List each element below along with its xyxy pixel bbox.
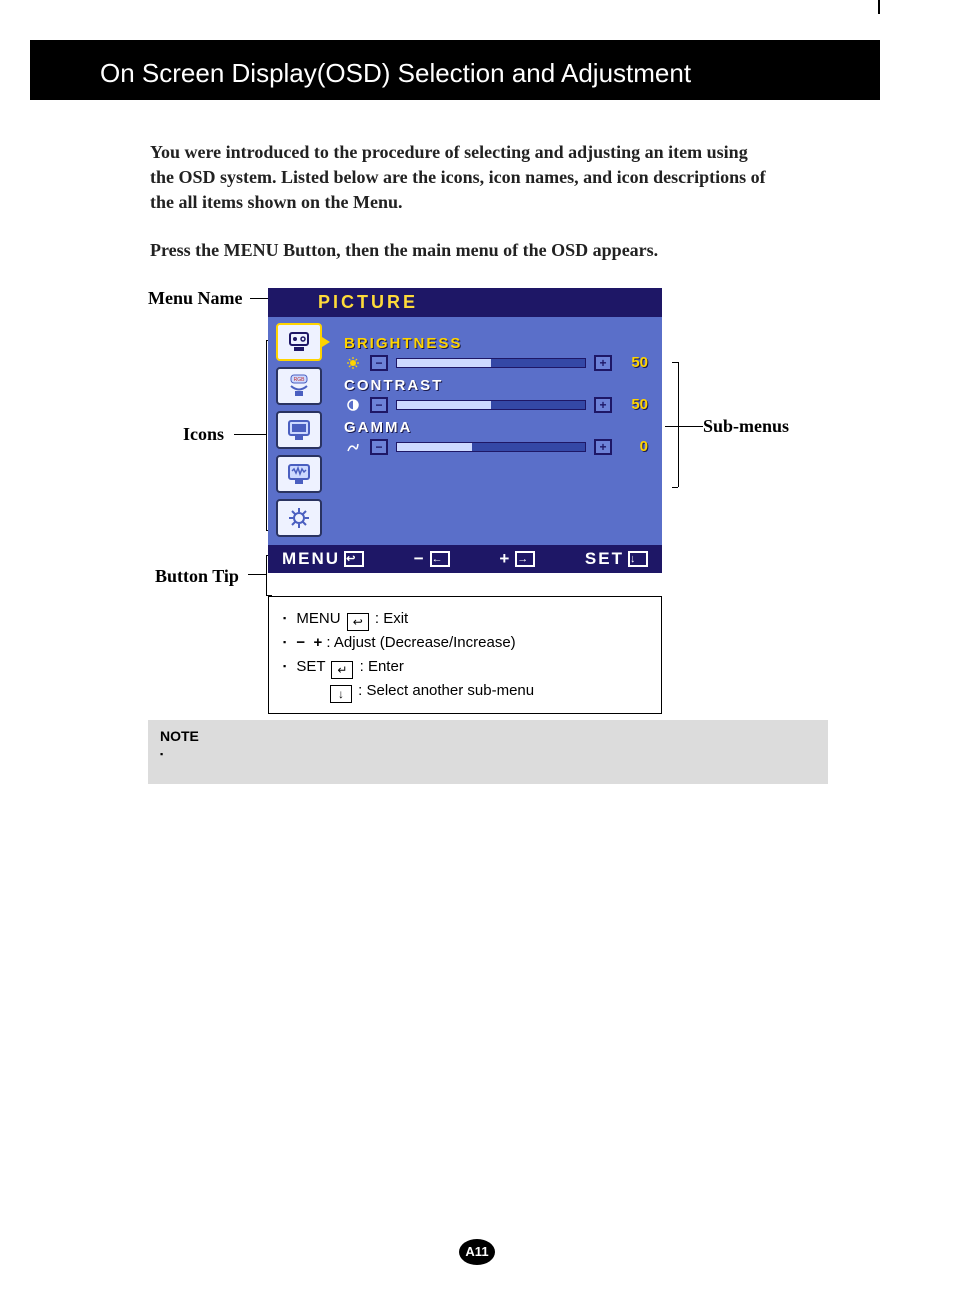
enter-icon: ↵ [331, 661, 353, 679]
tip-menu-exit: MENU ↩ : Exit [283, 607, 647, 631]
contrast-icon [344, 398, 362, 412]
down-icon: ↓ [330, 685, 352, 703]
note-title: NOTE [160, 728, 816, 744]
color-tab-icon[interactable]: RGB [276, 367, 322, 405]
position-tab-icon[interactable] [276, 411, 322, 449]
setup-tab-icon[interactable] [276, 499, 322, 537]
footer-plus[interactable]: +→ [499, 549, 535, 569]
footer-minus[interactable]: −← [414, 549, 450, 569]
decrease-button[interactable]: − [370, 397, 388, 413]
contrast-slider[interactable] [396, 400, 586, 410]
callout-menu-name: Menu Name [148, 288, 242, 309]
increase-button[interactable]: + [594, 355, 612, 371]
contrast-row[interactable]: CONTRAST − + 50 [344, 377, 648, 413]
brightness-value: 50 [620, 354, 648, 371]
gamma-row[interactable]: GAMMA − + 0 [344, 419, 648, 455]
button-tip-box: MENU ↩ : Exit − + : Adjust (Decrease/Inc… [268, 596, 662, 714]
tip-select-submenu: ↓ : Select another sub-menu [283, 679, 647, 703]
page-header: On Screen Display(OSD) Selection and Adj… [30, 40, 880, 100]
osd-submenu-column: BRIGHTNESS − + 50 CONTRAST − + 50 [330, 321, 654, 537]
note-box: NOTE [148, 720, 828, 784]
intro-paragraph-2: Press the MENU Button, then the main men… [150, 238, 770, 263]
contrast-label: CONTRAST [344, 377, 648, 394]
decrease-button[interactable]: − [370, 355, 388, 371]
osd-icon-column: RGB [276, 321, 330, 537]
footer-menu[interactable]: MENU↩ [282, 549, 364, 569]
svg-text:RGB: RGB [294, 377, 306, 383]
gamma-icon [344, 440, 362, 454]
page-number: A11 [459, 1239, 495, 1265]
brightness-row[interactable]: BRIGHTNESS − + 50 [344, 335, 648, 371]
tip-adjust: − + : Adjust (Decrease/Increase) [283, 631, 647, 655]
footer-set[interactable]: SET↓ [585, 549, 648, 569]
decrease-button[interactable]: − [370, 439, 388, 455]
callout-icons: Icons [183, 424, 224, 445]
brightness-slider[interactable] [396, 358, 586, 368]
intro-paragraph-1: You were introduced to the procedure of … [150, 140, 770, 216]
gamma-label: GAMMA [344, 419, 648, 436]
picture-tab-icon[interactable] [276, 323, 322, 361]
increase-button[interactable]: + [594, 397, 612, 413]
callout-button-tip: Button Tip [155, 566, 239, 587]
contrast-value: 50 [620, 396, 648, 413]
osd-panel: PICTURE RGB BRIGHTNESS [268, 288, 662, 573]
intro-text: You were introduced to the procedure of … [150, 140, 770, 263]
gamma-slider[interactable] [396, 442, 586, 452]
note-bullet [160, 744, 816, 760]
increase-button[interactable]: + [594, 439, 612, 455]
callout-sub-menus: Sub-menus [703, 416, 789, 437]
brightness-label: BRIGHTNESS [344, 335, 648, 352]
page-title: On Screen Display(OSD) Selection and Adj… [100, 58, 691, 88]
osd-menu-name: PICTURE [268, 288, 662, 317]
tracking-tab-icon[interactable] [276, 455, 322, 493]
brightness-icon [344, 356, 362, 370]
osd-footer: MENU↩ −← +→ SET↓ [268, 545, 662, 573]
exit-icon: ↩ [347, 613, 369, 631]
tip-set-enter: SET ↵ : Enter [283, 655, 647, 679]
gamma-value: 0 [620, 438, 648, 455]
